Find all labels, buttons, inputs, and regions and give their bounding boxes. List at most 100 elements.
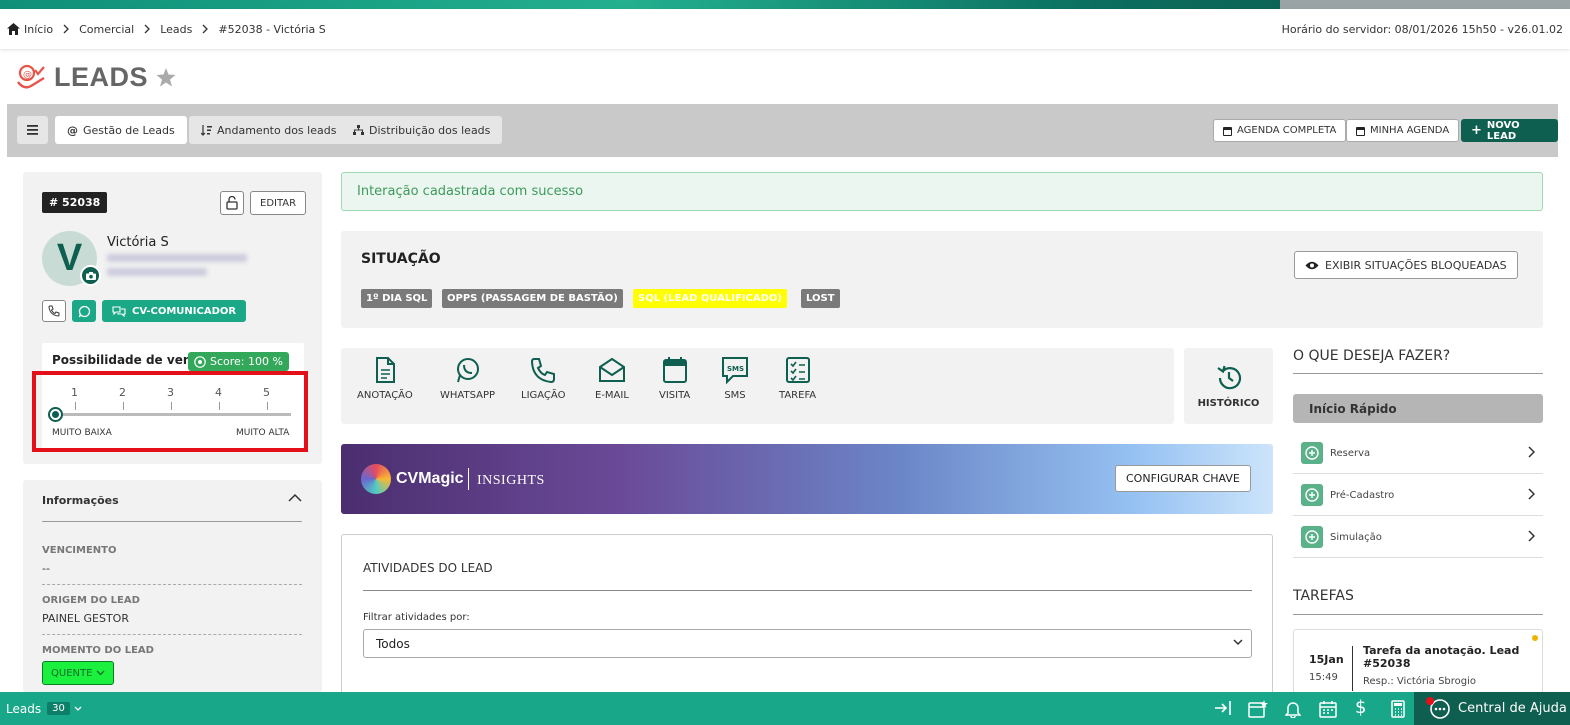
button-label: NOVO LEAD bbox=[1486, 119, 1520, 142]
field-label-momento: MOMENTO DO LEAD bbox=[42, 645, 154, 656]
cv-comunicador-button[interactable]: CV-COMUNICADOR bbox=[102, 300, 247, 322]
lock-button[interactable] bbox=[220, 191, 244, 215]
calendar-star-icon[interactable] bbox=[1248, 700, 1268, 718]
filter-value: Todos bbox=[376, 636, 410, 651]
task-date: 15Jan bbox=[1309, 653, 1344, 666]
momento-dropdown[interactable]: QUENTE bbox=[42, 661, 115, 685]
minha-agenda-button[interactable]: MINHA AGENDA bbox=[1346, 119, 1460, 142]
svg-text:SMS: SMS bbox=[727, 365, 744, 373]
top-gray-stripe bbox=[1280, 0, 1570, 9]
chevron-right-icon bbox=[1528, 488, 1535, 500]
divider bbox=[1352, 646, 1353, 691]
status-badge[interactable]: LOST bbox=[801, 289, 840, 308]
unlock-icon bbox=[226, 196, 238, 210]
historico-button[interactable]: HISTÓRICO bbox=[1184, 348, 1273, 424]
score-badge: Score: 100 % bbox=[188, 352, 289, 371]
action-ligacao[interactable]: LIGAÇÃO bbox=[521, 356, 565, 401]
plus-circle-icon bbox=[1301, 442, 1323, 464]
camera-icon[interactable] bbox=[80, 265, 101, 286]
info-title: Informações bbox=[42, 494, 119, 507]
agenda-completa-button[interactable]: AGENDA COMPLETA bbox=[1213, 119, 1347, 142]
status-badge[interactable]: OPPS (PASSAGEM DE BASTÃO) bbox=[442, 289, 623, 308]
plus-circle-icon bbox=[1301, 484, 1323, 506]
envelope-icon bbox=[598, 356, 626, 384]
activity-filter-select[interactable]: Todos bbox=[363, 629, 1252, 658]
highlight-box bbox=[32, 371, 308, 452]
action-anotacao[interactable]: ANOTAÇÃO bbox=[357, 356, 413, 401]
chevron-down-icon bbox=[1233, 639, 1243, 646]
star-icon[interactable] bbox=[156, 68, 176, 87]
quick-item-pre-cadastro[interactable]: Pré-Cadastro bbox=[1293, 475, 1543, 516]
breadcrumb-comercial[interactable]: Comercial bbox=[79, 23, 134, 36]
activities-panel: ATIVIDADES DO LEAD Filtrar atividades po… bbox=[341, 534, 1273, 704]
sign-in-icon[interactable] bbox=[1214, 700, 1232, 716]
breadcrumb-leads[interactable]: Leads bbox=[160, 23, 192, 36]
whatsapp-button[interactable] bbox=[72, 300, 96, 322]
field-value-origem: PAINEL GESTOR bbox=[42, 612, 129, 625]
page-title: LEADS bbox=[54, 62, 149, 92]
breadcrumb-home[interactable]: Início bbox=[7, 23, 53, 36]
calendar-icon[interactable] bbox=[1319, 700, 1337, 718]
quick-start-header[interactable]: Início Rápido bbox=[1293, 394, 1543, 423]
chevron-right-icon bbox=[1528, 530, 1535, 542]
task-responsible: Resp.: Victória Sbrogio bbox=[1363, 676, 1477, 687]
action-label: VISITA bbox=[659, 390, 691, 401]
action-tarefa[interactable]: TAREFA bbox=[779, 356, 816, 401]
bottom-leads-label[interactable]: Leads bbox=[6, 702, 41, 716]
chevron-down-icon[interactable] bbox=[74, 706, 82, 711]
checklist-icon bbox=[785, 356, 811, 384]
action-sms[interactable]: SMS SMS bbox=[721, 356, 749, 401]
tab-gestao-leads[interactable]: @ Gestão de Leads bbox=[55, 116, 187, 144]
phone-icon bbox=[48, 305, 60, 317]
action-label: SMS bbox=[724, 390, 746, 401]
configurar-chave-button[interactable]: CONFIGURAR CHAVE bbox=[1115, 465, 1251, 492]
server-time: Horário do servidor: 08/01/2026 15h50 - … bbox=[1281, 22, 1563, 36]
quick-item-label: Reserva bbox=[1330, 447, 1371, 459]
button-label: AGENDA COMPLETA bbox=[1237, 125, 1337, 136]
novo-lead-button[interactable]: + NOVO LEAD bbox=[1461, 119, 1558, 142]
status-badge-active[interactable]: SQL (LEAD QUALIFICADO) bbox=[633, 289, 787, 308]
edit-button[interactable]: EDITAR bbox=[250, 191, 307, 215]
help-center-button[interactable]: Central de Ajuda bbox=[1414, 692, 1570, 725]
file-icon bbox=[372, 356, 398, 384]
task-status-dot bbox=[1532, 635, 1538, 641]
quick-item-reserva[interactable]: Reserva bbox=[1293, 433, 1543, 474]
lead-email-redacted bbox=[107, 254, 247, 262]
history-icon bbox=[1215, 364, 1243, 392]
action-label: LIGAÇÃO bbox=[521, 390, 566, 401]
tab-andamento-leads[interactable]: Andamento dos leads bbox=[189, 116, 349, 144]
calendar-icon bbox=[1356, 126, 1365, 136]
status-badge[interactable]: 1º DIA SQL bbox=[361, 289, 433, 308]
calculator-icon[interactable] bbox=[1391, 700, 1405, 718]
task-card[interactable]: 15Jan 15:49 Tarefa da anotação. Lead #52… bbox=[1293, 629, 1543, 699]
bell-icon[interactable] bbox=[1285, 700, 1301, 718]
tab-label: Andamento dos leads bbox=[217, 123, 337, 137]
task-title: Tarefa da anotação. Lead #52038 bbox=[1363, 644, 1520, 670]
button-label: EXIBIR SITUAÇÕES BLOQUEADAS bbox=[1325, 258, 1507, 272]
hamburger-icon bbox=[27, 125, 38, 135]
show-blocked-button[interactable]: EXIBIR SITUAÇÕES BLOQUEADAS bbox=[1294, 251, 1518, 279]
field-label-vencimento: VENCIMENTO bbox=[42, 545, 117, 556]
activities-title: ATIVIDADES DO LEAD bbox=[363, 561, 493, 575]
home-icon bbox=[7, 23, 20, 35]
field-value-vencimento: -- bbox=[42, 562, 50, 575]
action-visita[interactable]: VISITA bbox=[659, 356, 690, 401]
action-label: TAREFA bbox=[779, 390, 817, 401]
lead-id-badge: # 52038 bbox=[42, 192, 108, 213]
tab-label: Distribuição dos leads bbox=[369, 123, 491, 137]
call-button[interactable] bbox=[42, 300, 66, 322]
bottom-leads-count: 30 bbox=[47, 702, 70, 715]
button-label: CV-COMUNICADOR bbox=[132, 305, 237, 317]
filter-label: Filtrar atividades por: bbox=[363, 612, 470, 623]
action-email[interactable]: E-MAIL bbox=[595, 356, 629, 401]
divider bbox=[42, 584, 302, 585]
action-whatsapp[interactable]: WHATSAPP bbox=[440, 356, 495, 401]
chevron-up-icon[interactable] bbox=[288, 493, 302, 502]
quick-item-simulacao[interactable]: Simulação bbox=[1293, 517, 1543, 558]
cvmagic-brand: CVMagic bbox=[396, 470, 464, 487]
leads-logo-icon: @ bbox=[16, 64, 46, 92]
cvmagic-section: INSIGHTS bbox=[477, 473, 545, 488]
tab-distribuicao-leads[interactable]: Distribuição dos leads bbox=[341, 116, 503, 144]
menu-button[interactable] bbox=[17, 116, 48, 144]
dollar-icon[interactable]: $ bbox=[1355, 697, 1366, 718]
